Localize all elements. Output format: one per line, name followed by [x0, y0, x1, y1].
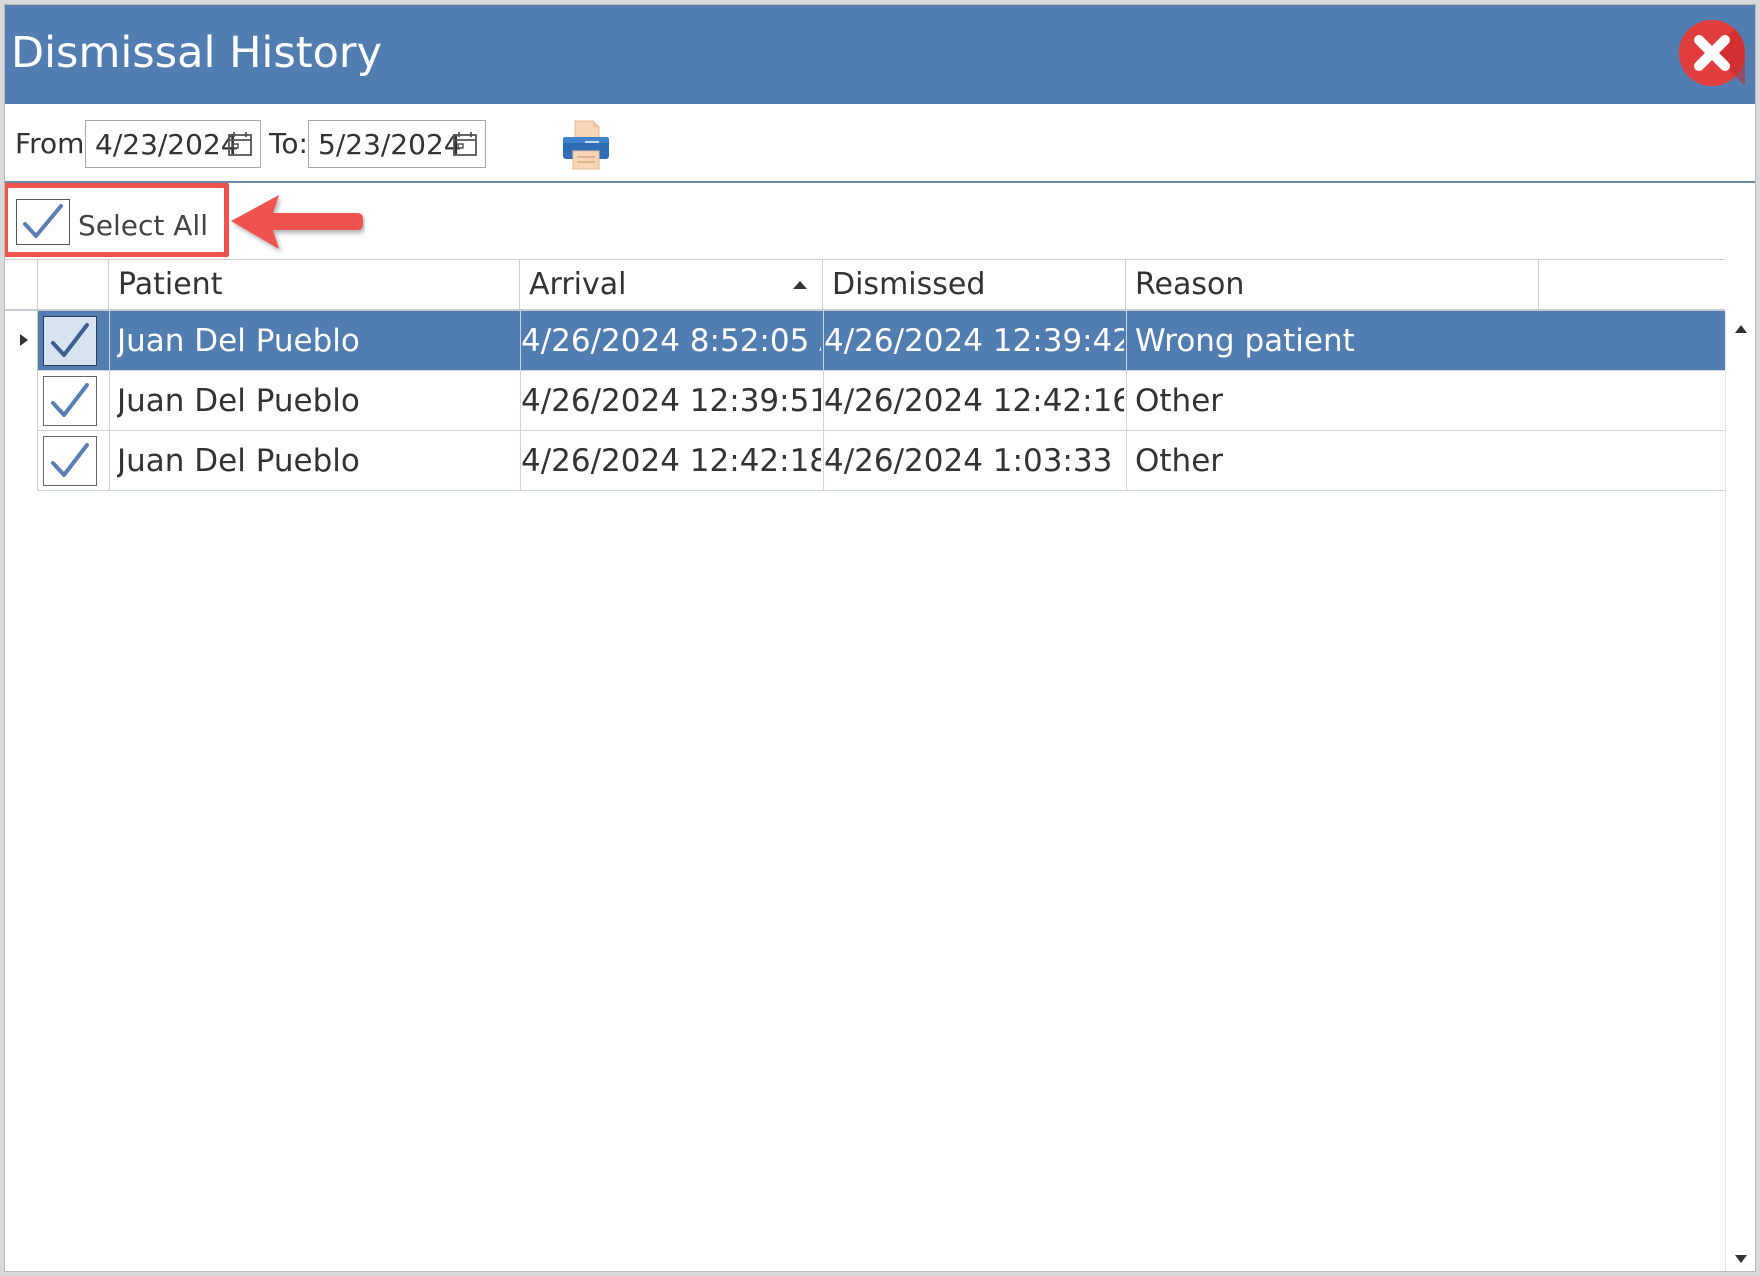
annotation-highlight-box [5, 183, 229, 257]
from-date-value: 4/23/2024 [95, 128, 239, 161]
column-divider [1126, 371, 1127, 431]
from-date-picker[interactable]: 4/23/2024 [85, 120, 261, 168]
checkmark-icon [51, 383, 89, 417]
column-header-dismissed[interactable]: Dismissed [823, 260, 1126, 310]
close-button[interactable] [1679, 20, 1745, 86]
table-row[interactable]: Juan Del Pueblo 4/26/2024 12:42:18 PM 4/… [5, 431, 1725, 491]
window-title: Dismissal History [11, 28, 383, 78]
toolbar: From: 4/23/2024 To: 5/23/2024 [5, 115, 1755, 171]
cell-dismissed: 4/26/2024 12:42:16 PM [824, 383, 1124, 419]
cell-dismissed: 4/26/2024 12:39:42 PM [824, 323, 1124, 359]
cell-reason: Wrong patient [1135, 323, 1355, 359]
checkmark-icon [51, 323, 89, 357]
row-checkbox[interactable] [43, 436, 97, 486]
cell-arrival: 4/26/2024 12:39:51 PM [521, 383, 821, 419]
checkmark-icon [51, 443, 89, 477]
column-divider [109, 431, 110, 491]
close-icon [1679, 20, 1745, 86]
row-checkbox[interactable] [43, 316, 97, 366]
cell-reason: Other [1135, 383, 1224, 419]
column-header-arrival-label: Arrival [529, 267, 627, 302]
column-header-arrival[interactable]: Arrival [520, 260, 823, 310]
column-header-patient[interactable]: Patient [109, 260, 520, 310]
calendar-icon[interactable] [451, 130, 479, 158]
scroll-down-icon[interactable] [1731, 1249, 1751, 1269]
sort-ascending-icon [793, 281, 807, 289]
header-checkbox-column[interactable] [38, 260, 109, 310]
dismissal-history-window: Dismissal History From: 4/23/2024 To: 5/… [4, 4, 1756, 1272]
scroll-up-icon[interactable] [1731, 319, 1751, 339]
cell-dismissed: 4/26/2024 1:03:33 PM [824, 443, 1124, 479]
to-label: To: [269, 127, 308, 160]
cell-arrival: 4/26/2024 12:42:18 PM [521, 443, 821, 479]
cell-patient: Juan Del Pueblo [117, 383, 360, 419]
column-divider [1126, 431, 1127, 491]
column-divider [1126, 311, 1127, 371]
row-checkbox[interactable] [43, 376, 97, 426]
current-row-indicator-icon [20, 334, 28, 346]
from-label: From: [15, 127, 94, 160]
printer-icon[interactable] [559, 117, 613, 171]
to-date-value: 5/23/2024 [318, 128, 462, 161]
column-divider [109, 311, 110, 371]
grid-header: Patient Arrival Dismissed Reason [5, 259, 1725, 311]
table-row[interactable]: Juan Del Pueblo 4/26/2024 12:39:51 PM 4/… [5, 371, 1725, 431]
select-all-row: Select All [5, 183, 1755, 259]
cell-patient: Juan Del Pueblo [117, 323, 360, 359]
annotation-arrow-icon [231, 195, 363, 249]
title-bar: Dismissal History [5, 5, 1755, 104]
vertical-scrollbar[interactable] [1725, 311, 1755, 1271]
cell-patient: Juan Del Pueblo [117, 443, 360, 479]
cell-arrival: 4/26/2024 8:52:05 AM [521, 323, 821, 359]
column-divider [109, 371, 110, 431]
to-date-picker[interactable]: 5/23/2024 [308, 120, 486, 168]
cell-reason: Other [1135, 443, 1224, 479]
column-header-reason[interactable]: Reason [1126, 260, 1539, 310]
dismissal-grid: Patient Arrival Dismissed Reason Juan De… [5, 259, 1755, 1271]
header-row-indicator [5, 260, 38, 310]
calendar-icon[interactable] [226, 130, 254, 158]
table-row[interactable]: Juan Del Pueblo 4/26/2024 8:52:05 AM 4/2… [5, 311, 1725, 371]
